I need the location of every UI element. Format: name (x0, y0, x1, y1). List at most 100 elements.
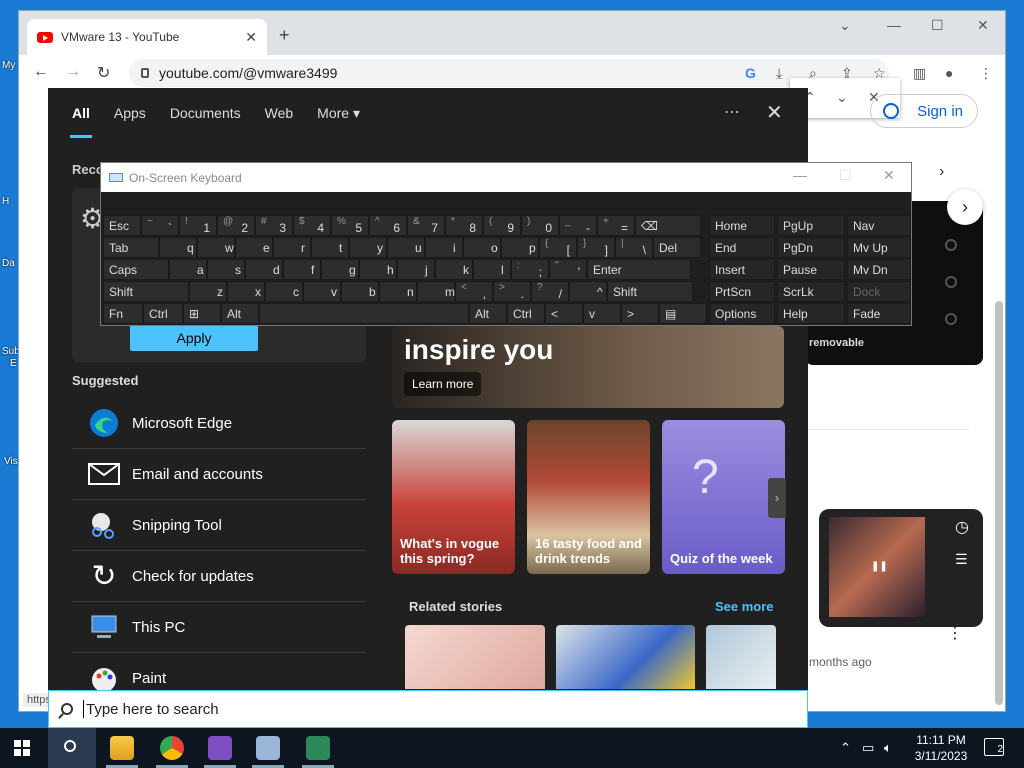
osk-key[interactable]: (9 (483, 215, 521, 236)
osk-key[interactable]: Alt (469, 303, 507, 324)
osk-key[interactable]: Enter (587, 259, 691, 280)
osk-key[interactable]: _ - (559, 215, 597, 236)
osk-key[interactable]: ▤ (659, 303, 707, 324)
more-options-icon[interactable]: ⋯ (724, 102, 740, 122)
related-story-image[interactable] (706, 625, 776, 689)
osk-key[interactable]: * 8 (445, 215, 483, 236)
radio-option[interactable] (945, 276, 957, 288)
osk-key[interactable]: Caps (103, 259, 169, 280)
osk-key[interactable]: Ctrl (143, 303, 183, 324)
osk-key[interactable]: | \ (615, 237, 653, 258)
carousel-next-button[interactable]: › (947, 189, 983, 225)
chevron-down-icon[interactable]: ⌄ (839, 17, 851, 34)
osk-key[interactable]: r (273, 237, 311, 258)
osk-nav-key[interactable]: Home (709, 215, 775, 236)
osk-key[interactable]: v (303, 281, 341, 302)
network-icon[interactable]: ▭ (862, 740, 874, 756)
osk-nav-key[interactable]: PgUp (777, 215, 845, 236)
remote-desktop-icon[interactable] (256, 736, 280, 760)
osk-nav-key[interactable]: Mv Dn (847, 259, 911, 280)
osk-key[interactable]: Del (653, 237, 701, 258)
osk-key[interactable]: > (621, 303, 659, 324)
osk-key[interactable]: " ' (549, 259, 587, 280)
osk-key[interactable]: @2 (217, 215, 255, 236)
osk-key[interactable]: b (341, 281, 379, 302)
osk-key[interactable] (259, 303, 469, 324)
osk-key[interactable]: l (473, 259, 511, 280)
news-card-food[interactable]: 16 tasty food and drink trends (527, 420, 650, 574)
osk-key[interactable]: u (387, 237, 425, 258)
osk-key[interactable]: o (463, 237, 501, 258)
osk-nav-key[interactable]: Nav (847, 215, 911, 236)
osk-key[interactable]: Esc (103, 215, 141, 236)
reload-icon[interactable]: ↻ (97, 63, 110, 83)
osk-key[interactable]: z (189, 281, 227, 302)
osk-nav-key[interactable]: PgDn (777, 237, 845, 258)
osk-key[interactable]: ? / (531, 281, 569, 302)
visual-studio-icon[interactable] (208, 736, 232, 760)
close-icon[interactable]: ✕ (245, 29, 257, 46)
taskbar-search-box[interactable]: Type here to search (48, 690, 808, 728)
radio-option[interactable] (945, 239, 957, 251)
pause-icon[interactable]: ❚❚ (871, 561, 888, 572)
page-scrollbar[interactable] (995, 301, 1003, 705)
suggested-item-this-pc[interactable]: This PC (72, 602, 366, 653)
osk-key[interactable]: :; (511, 259, 549, 280)
notification-icon[interactable]: 2 (984, 738, 1004, 756)
osk-key[interactable]: e (235, 237, 273, 258)
more-options-icon[interactable]: ⋮ (947, 623, 963, 643)
osk-key[interactable]: Ctrl (507, 303, 545, 324)
osk-key[interactable]: Fn (103, 303, 143, 324)
osk-key[interactable]: j (397, 259, 435, 280)
osk-key[interactable]: ^ (569, 281, 607, 302)
osk-key[interactable]: {[ (539, 237, 577, 258)
find-next-icon[interactable]: ⌄ (836, 89, 848, 106)
news-card-quiz[interactable]: ? Quiz of the week (662, 420, 785, 574)
close-icon[interactable]: ✕ (766, 100, 783, 125)
osk-nav-key[interactable]: Options (709, 303, 775, 324)
osk-key[interactable]: n (379, 281, 417, 302)
chevron-up-icon[interactable]: ⌃ (840, 740, 851, 756)
learn-more-button[interactable]: Learn more (404, 372, 482, 396)
osk-key[interactable]: a (169, 259, 207, 280)
osk-key[interactable]: % 5 (331, 215, 369, 236)
suggested-item-updates[interactable]: ↻ Check for updates (72, 551, 366, 602)
osk-key[interactable]: i (425, 237, 463, 258)
osk-key[interactable]: Shift (103, 281, 189, 302)
osk-taskbar-icon[interactable] (306, 736, 330, 760)
back-icon[interactable]: ← (33, 63, 49, 81)
osk-title-bar[interactable]: On-Screen Keyboard — ☐ ✕ (101, 163, 911, 192)
new-tab-icon[interactable]: + (279, 25, 290, 46)
close-icon[interactable]: ✕ (883, 167, 895, 184)
install-icon[interactable]: ⤓ (776, 65, 782, 82)
osk-key[interactable]: Tab (103, 237, 159, 258)
osk-key[interactable]: x (227, 281, 265, 302)
profile-icon[interactable]: ● (945, 65, 953, 81)
related-story-image[interactable] (405, 625, 545, 689)
osk-key[interactable]: Shift (607, 281, 693, 302)
osk-key[interactable]: #3 (255, 215, 293, 236)
close-window-icon[interactable]: ✕ (977, 17, 989, 34)
osk-nav-key[interactable]: Mv Up (847, 237, 911, 258)
maximize-icon[interactable]: ☐ (931, 17, 944, 34)
osk-key[interactable]: k (435, 259, 473, 280)
osk-key[interactable]: ) 0 (521, 215, 559, 236)
osk-nav-key[interactable]: Dock (847, 281, 911, 302)
clock[interactable]: 11:11 PM 3/11/2023 (906, 732, 976, 764)
osk-key[interactable]: c (265, 281, 303, 302)
sidebar-icon[interactable]: ▥ (913, 65, 926, 82)
osk-nav-key[interactable]: ScrLk (777, 281, 845, 302)
osk-key[interactable]: + = (597, 215, 635, 236)
osk-key[interactable]: }] (577, 237, 615, 258)
osk-key[interactable]: f (283, 259, 321, 280)
osk-key[interactable]: w (197, 237, 235, 258)
chrome-icon[interactable] (160, 736, 184, 760)
osk-key[interactable]: g (321, 259, 359, 280)
osk-key[interactable]: <, (455, 281, 493, 302)
osk-key[interactable]: p (501, 237, 539, 258)
tab-all[interactable]: All (70, 105, 92, 138)
file-explorer-icon[interactable] (110, 736, 134, 760)
tab-youtube[interactable]: VMware 13 - YouTube ✕ (27, 19, 267, 55)
address-bar[interactable]: youtube.com/@vmware3499 (129, 59, 889, 87)
osk-key[interactable]: t (311, 237, 349, 258)
